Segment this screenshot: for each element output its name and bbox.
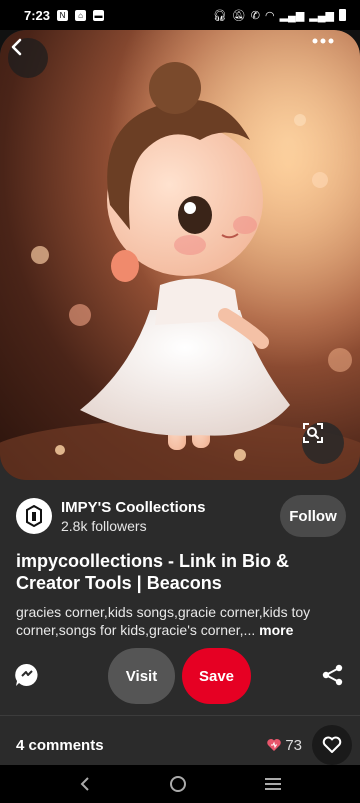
mute-icon: 🔕︎ <box>231 9 246 22</box>
share-button[interactable] <box>322 664 344 686</box>
comments-count[interactable]: 4 comments <box>16 737 266 754</box>
divider <box>0 715 360 716</box>
more-options-button[interactable] <box>312 38 352 78</box>
wifi-call-icon: ✆ <box>250 9 260 22</box>
nav-home-icon[interactable] <box>169 775 187 793</box>
more-dots-icon <box>312 38 334 44</box>
message-icon: ▬ <box>93 9 105 21</box>
status-time: 7:23 <box>24 7 51 23</box>
reaction-heart-icon <box>267 739 282 751</box>
action-row: Visit Save <box>0 648 360 704</box>
creator-row: IMPY'S Coollections 2.8k followers Follo… <box>16 494 346 538</box>
back-button[interactable] <box>8 38 48 78</box>
send-message-button[interactable] <box>14 662 40 688</box>
status-right: 🎧︎ 🔕︎ ✆ ◠ ▂▄▆ ▂▄▆ <box>213 9 346 22</box>
share-icon <box>322 664 343 686</box>
creator-info[interactable]: IMPY'S Coollections 2.8k followers <box>61 499 280 534</box>
creator-avatar[interactable] <box>16 498 52 534</box>
heart-outline-icon <box>322 736 342 753</box>
reaction-count-text: 73 <box>285 736 302 754</box>
signal-icon: ▂▄▆ <box>309 9 334 22</box>
lens-search-icon <box>303 423 323 443</box>
pin-image[interactable] <box>0 30 360 480</box>
pin-title: impycoollections - Link in Bio & Creator… <box>16 551 290 593</box>
battery-icon <box>339 9 346 21</box>
status-bar: 7:23 N ⌂ ▬ 🎧︎ 🔕︎ ✆ ◠ ▂▄▆ ▂▄▆ <box>0 0 360 30</box>
react-button[interactable] <box>312 725 352 765</box>
visual-search-button[interactable] <box>302 422 344 464</box>
status-left: 7:23 N ⌂ ▬ <box>24 7 105 23</box>
more-link[interactable]: more <box>259 622 293 638</box>
chevron-left-icon <box>11 38 22 56</box>
visit-button[interactable]: Visit <box>108 648 175 704</box>
creator-followers: 2.8k followers <box>61 517 147 534</box>
reaction-count[interactable]: 73 <box>266 737 302 754</box>
nav-back-icon[interactable] <box>78 776 92 792</box>
signal-icon: ▂▄▆ <box>279 9 305 22</box>
headset-icon: 🎧︎ <box>212 9 227 22</box>
message-bubble-icon <box>15 663 38 686</box>
notification-n-icon: N <box>57 9 69 21</box>
pin-description: gracies corner,kids songs,gracie corner,… <box>16 603 346 639</box>
comments-row: 4 comments 73 <box>16 725 356 765</box>
nav-recents-icon[interactable] <box>264 777 282 791</box>
home-icon: ⌂ <box>75 9 87 21</box>
pin-card: IMPY'S Coollections 2.8k followers Follo… <box>0 30 360 765</box>
pin-illustration <box>0 30 360 480</box>
save-button[interactable]: Save <box>182 648 251 704</box>
wifi-icon: ◠ <box>264 9 275 22</box>
follow-button[interactable]: Follow <box>280 495 346 537</box>
system-nav-bar <box>0 765 360 803</box>
beacon-logo-icon <box>26 505 42 527</box>
creator-name: IMPY'S Coollections <box>61 498 206 516</box>
